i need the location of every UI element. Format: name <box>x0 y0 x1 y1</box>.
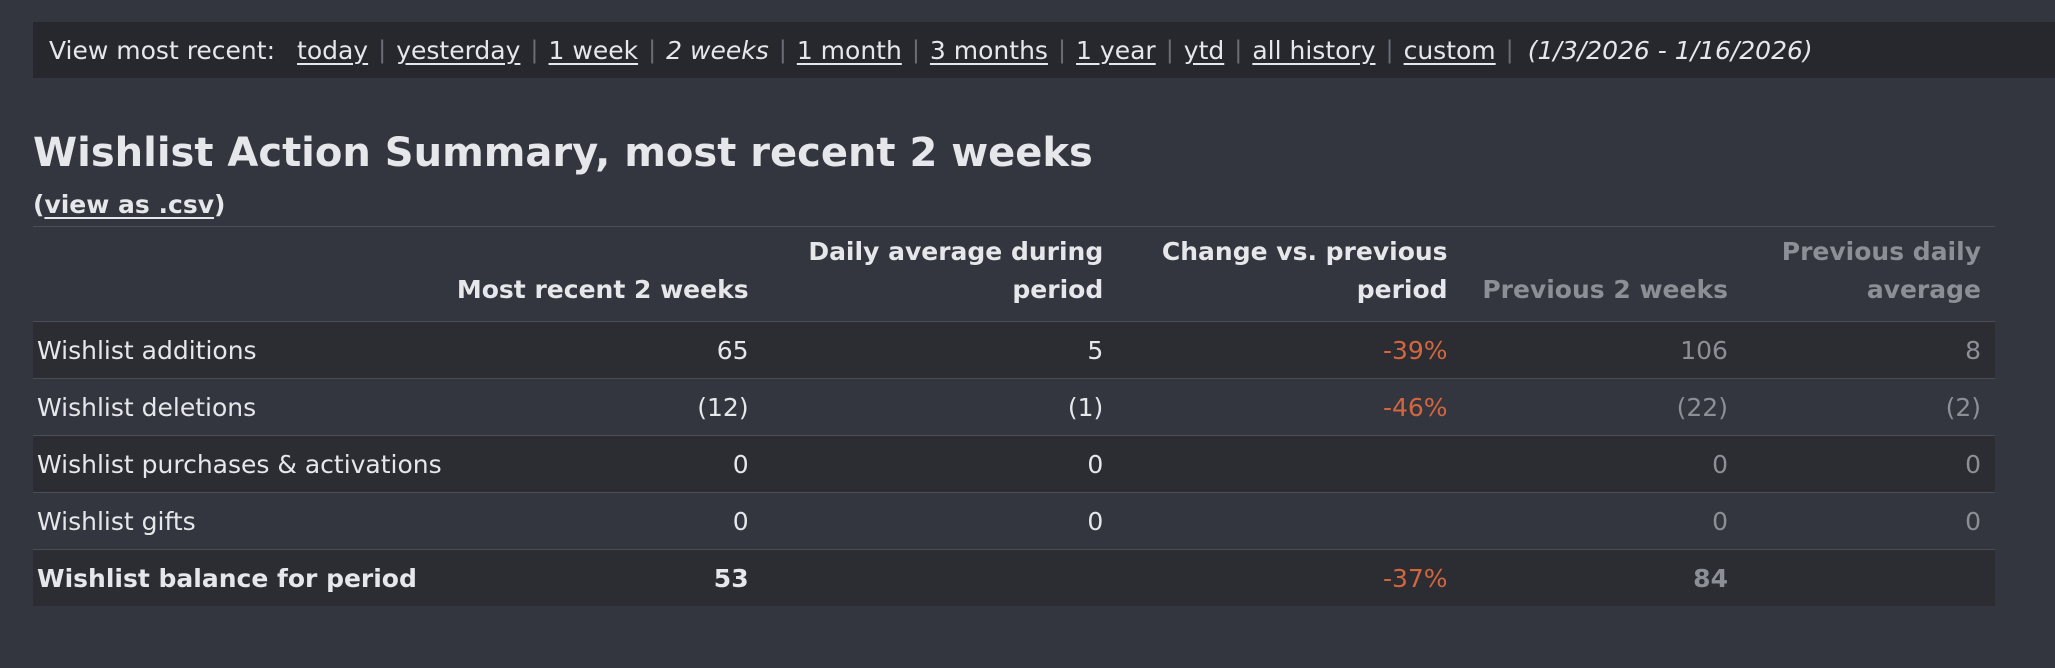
table-row: Wishlist deletions (12) (1) -46% (22) (2… <box>33 378 1995 436</box>
range-option-3-months[interactable]: 3 months <box>930 36 1048 65</box>
header-previous: Previous 2 weeks <box>1461 226 1742 322</box>
range-option-1-month[interactable]: 1 month <box>797 36 902 65</box>
cell-change <box>1117 492 1462 550</box>
cell-recent: 65 <box>455 321 763 379</box>
range-option-all-history[interactable]: all history <box>1252 36 1375 65</box>
header-previous-daily: Previous daily average <box>1741 226 1995 322</box>
cell-recent: (12) <box>455 378 763 436</box>
table-header-row: Most recent 2 weeks Daily average during… <box>33 226 1995 322</box>
range-separator: | <box>1165 36 1174 64</box>
range-separator: | <box>911 36 920 64</box>
csv-open-paren: ( <box>33 190 45 219</box>
row-label: Wishlist gifts <box>33 492 456 550</box>
cell-daily: 0 <box>762 492 1118 550</box>
cell-change: -46% <box>1117 378 1462 436</box>
cell-previous-daily: 0 <box>1741 435 1995 493</box>
range-option-ytd[interactable]: ytd <box>1184 36 1224 65</box>
cell-previous-daily: (2) <box>1741 378 1995 436</box>
range-prefix: View most recent: <box>49 35 276 65</box>
cell-change: -39% <box>1117 321 1462 379</box>
row-label: Wishlist additions <box>33 321 456 379</box>
cell-previous-daily <box>1741 549 1995 606</box>
cell-previous: 0 <box>1461 435 1742 493</box>
cell-daily: 5 <box>762 321 1118 379</box>
range-option-yesterday[interactable]: yesterday <box>396 36 520 65</box>
csv-close-paren: ) <box>214 190 226 219</box>
summary-title: Wishlist Action Summary, most recent 2 w… <box>33 130 1093 176</box>
cell-recent: 0 <box>455 492 763 550</box>
cell-daily <box>762 549 1118 606</box>
cell-previous: 106 <box>1461 321 1742 379</box>
range-separator: | <box>648 36 657 64</box>
range-separator: | <box>1057 36 1067 64</box>
range-option-custom[interactable]: custom <box>1404 36 1496 65</box>
cell-recent: 53 <box>455 549 763 606</box>
range-separator: | <box>1234 36 1243 64</box>
range-separator: | <box>1505 36 1514 64</box>
cell-previous: 0 <box>1461 492 1742 550</box>
range-separator: | <box>778 36 787 64</box>
header-label <box>33 226 456 322</box>
date-range-selector: View most recent: today | yesterday | 1 … <box>33 22 2055 78</box>
range-date-span: (1/3/2026 - 1/16/2026) <box>1527 35 1813 65</box>
range-option-1-week[interactable]: 1 week <box>549 36 639 65</box>
cell-previous-daily: 8 <box>1741 321 1995 379</box>
table-row: Wishlist gifts 0 0 0 0 <box>33 492 1995 550</box>
cell-change: -37% <box>1117 549 1462 606</box>
csv-link-wrapper: (view as .csv) <box>33 190 225 219</box>
row-label: Wishlist deletions <box>33 378 456 436</box>
range-option-1-year[interactable]: 1 year <box>1076 36 1156 65</box>
range-separator: | <box>1385 36 1394 64</box>
range-option-today[interactable]: today <box>297 36 368 65</box>
cell-previous-daily: 0 <box>1741 492 1995 550</box>
row-label: Wishlist balance for period <box>33 549 456 606</box>
row-label: Wishlist purchases & activations <box>33 435 456 493</box>
wishlist-summary-table: Most recent 2 weeks Daily average during… <box>33 226 1995 606</box>
cell-change <box>1117 435 1462 493</box>
cell-previous: 84 <box>1461 549 1742 606</box>
header-change: Change vs. previous period <box>1117 226 1462 322</box>
cell-recent: 0 <box>455 435 763 493</box>
header-most-recent: Most recent 2 weeks <box>455 226 763 322</box>
table-row: Wishlist additions 65 5 -39% 106 8 <box>33 321 1995 379</box>
range-separator: | <box>530 36 539 64</box>
view-as-csv-link[interactable]: view as .csv <box>44 190 214 219</box>
cell-previous: (22) <box>1461 378 1742 436</box>
cell-daily: 0 <box>762 435 1118 493</box>
range-separator: | <box>378 36 387 64</box>
table-row: Wishlist purchases & activations 0 0 0 0 <box>33 435 1995 493</box>
table-row-total: Wishlist balance for period 53 -37% 84 <box>33 549 1995 606</box>
range-option-2-weeks-current: 2 weeks <box>666 35 769 65</box>
cell-daily: (1) <box>762 378 1118 436</box>
header-daily-average: Daily average during period <box>762 226 1118 322</box>
